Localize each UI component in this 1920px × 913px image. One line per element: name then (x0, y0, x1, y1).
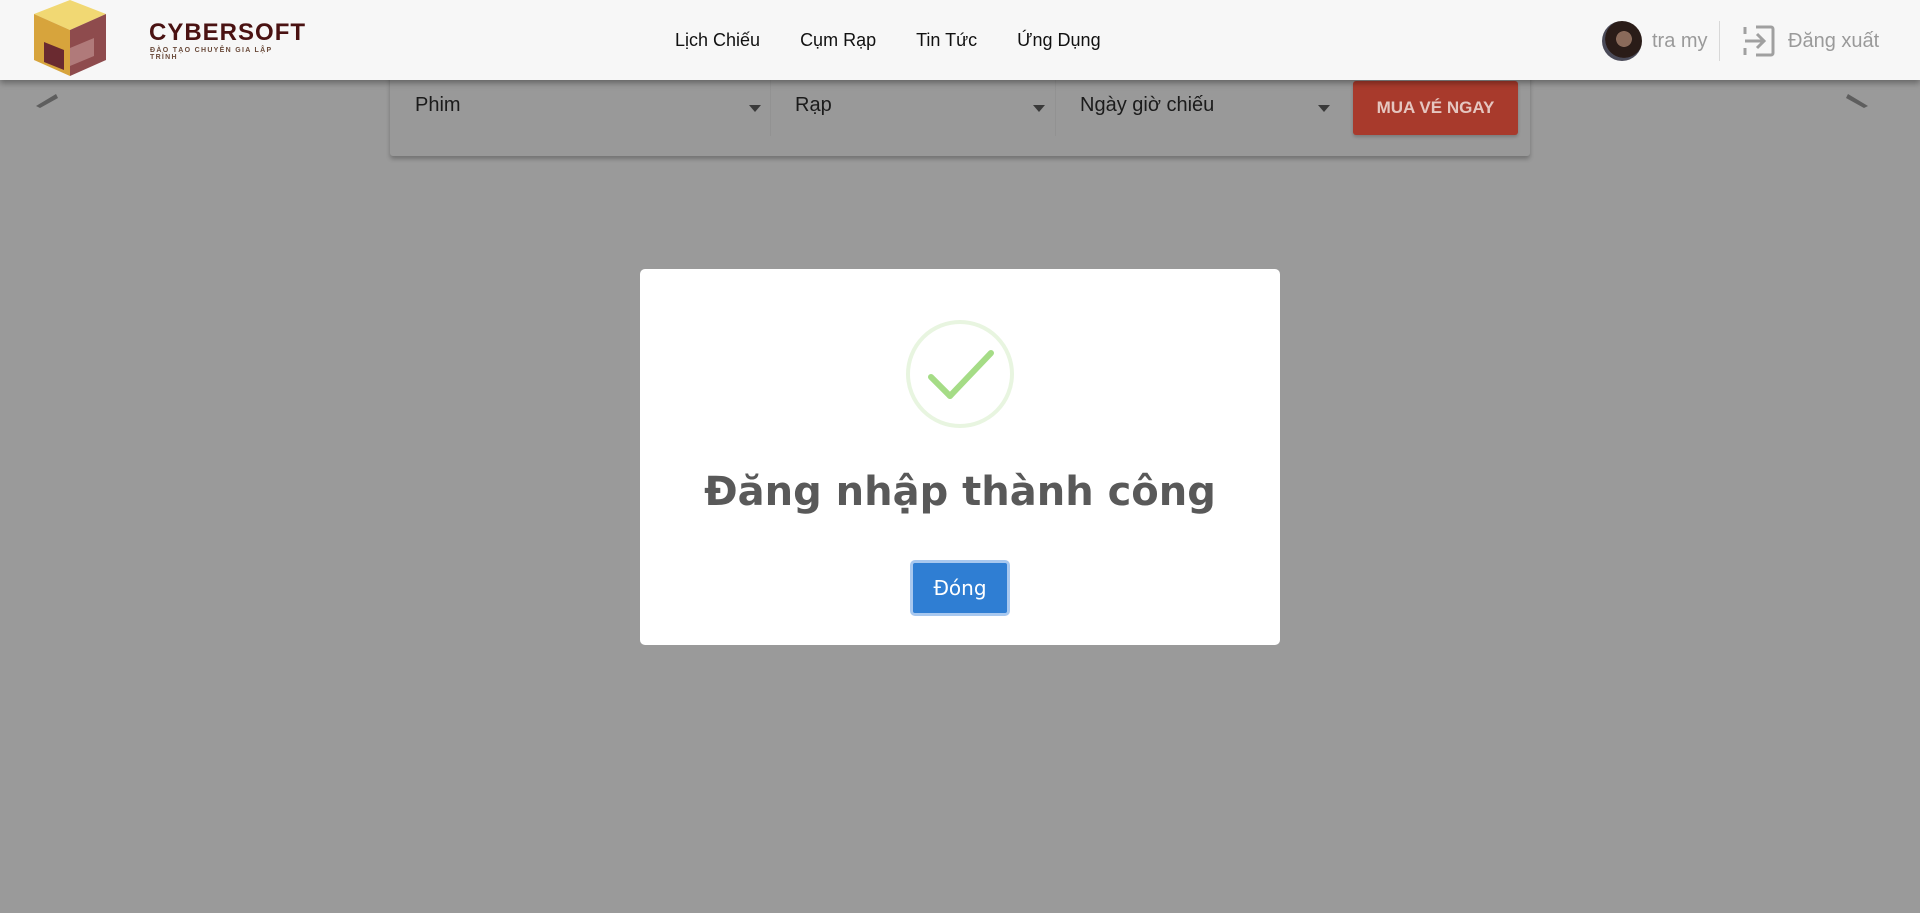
nav-item-news[interactable]: Tin Tức (916, 30, 977, 51)
page: CYBERSOFT ĐÀO TẠO CHUYÊN GIA LẬP TRÌNH L… (0, 0, 1920, 913)
main-nav: Lịch Chiếu Cụm Rạp Tin Tức Ứng Dụng (675, 30, 1141, 51)
header-divider (1719, 21, 1720, 61)
logout-icon (1743, 25, 1775, 57)
logout-button[interactable]: Đăng xuất (1742, 24, 1879, 58)
nav-item-showtimes[interactable]: Lịch Chiếu (675, 30, 760, 51)
dialog-title: Đăng nhập thành công (704, 469, 1216, 515)
close-button[interactable]: Đóng (910, 560, 1010, 616)
showtime-select[interactable]: Ngày giờ chiếu (1080, 94, 1214, 117)
logout-label: Đăng xuất (1788, 29, 1880, 52)
nav-item-cinemas[interactable]: Cụm Rạp (800, 30, 876, 51)
logo-text: CYBERSOFT (149, 19, 307, 46)
nav-item-apps[interactable]: Ứng Dụng (1017, 30, 1100, 51)
buy-ticket-button[interactable]: MUA VÉ NGAY (1353, 81, 1518, 135)
user-profile[interactable]: tra my (1602, 21, 1708, 61)
login-success-dialog: Đăng nhập thành công Đóng (640, 269, 1280, 645)
slider-prev-icon[interactable] (34, 92, 60, 108)
logo-cube-icon (34, 0, 106, 76)
showtime-select-chevron-down-icon[interactable] (1318, 105, 1330, 112)
cinema-select-chevron-down-icon[interactable] (1033, 105, 1045, 112)
movie-select[interactable]: Phim (415, 94, 461, 117)
slider-next-icon[interactable] (1844, 92, 1870, 108)
movie-select-chevron-down-icon[interactable] (749, 105, 761, 112)
logo-subtitle: ĐÀO TẠO CHUYÊN GIA LẬP TRÌNH (150, 47, 273, 61)
user-name[interactable]: tra my (1652, 30, 1708, 53)
success-check-icon (906, 320, 1014, 428)
avatar[interactable] (1602, 21, 1642, 61)
top-navbar: CYBERSOFT ĐÀO TẠO CHUYÊN GIA LẬP TRÌNH L… (0, 0, 1920, 80)
cybersoft-logo[interactable]: CYBERSOFT ĐÀO TẠO CHUYÊN GIA LẬP TRÌNH (34, 0, 305, 78)
cinema-select[interactable]: Rạp (795, 94, 832, 117)
